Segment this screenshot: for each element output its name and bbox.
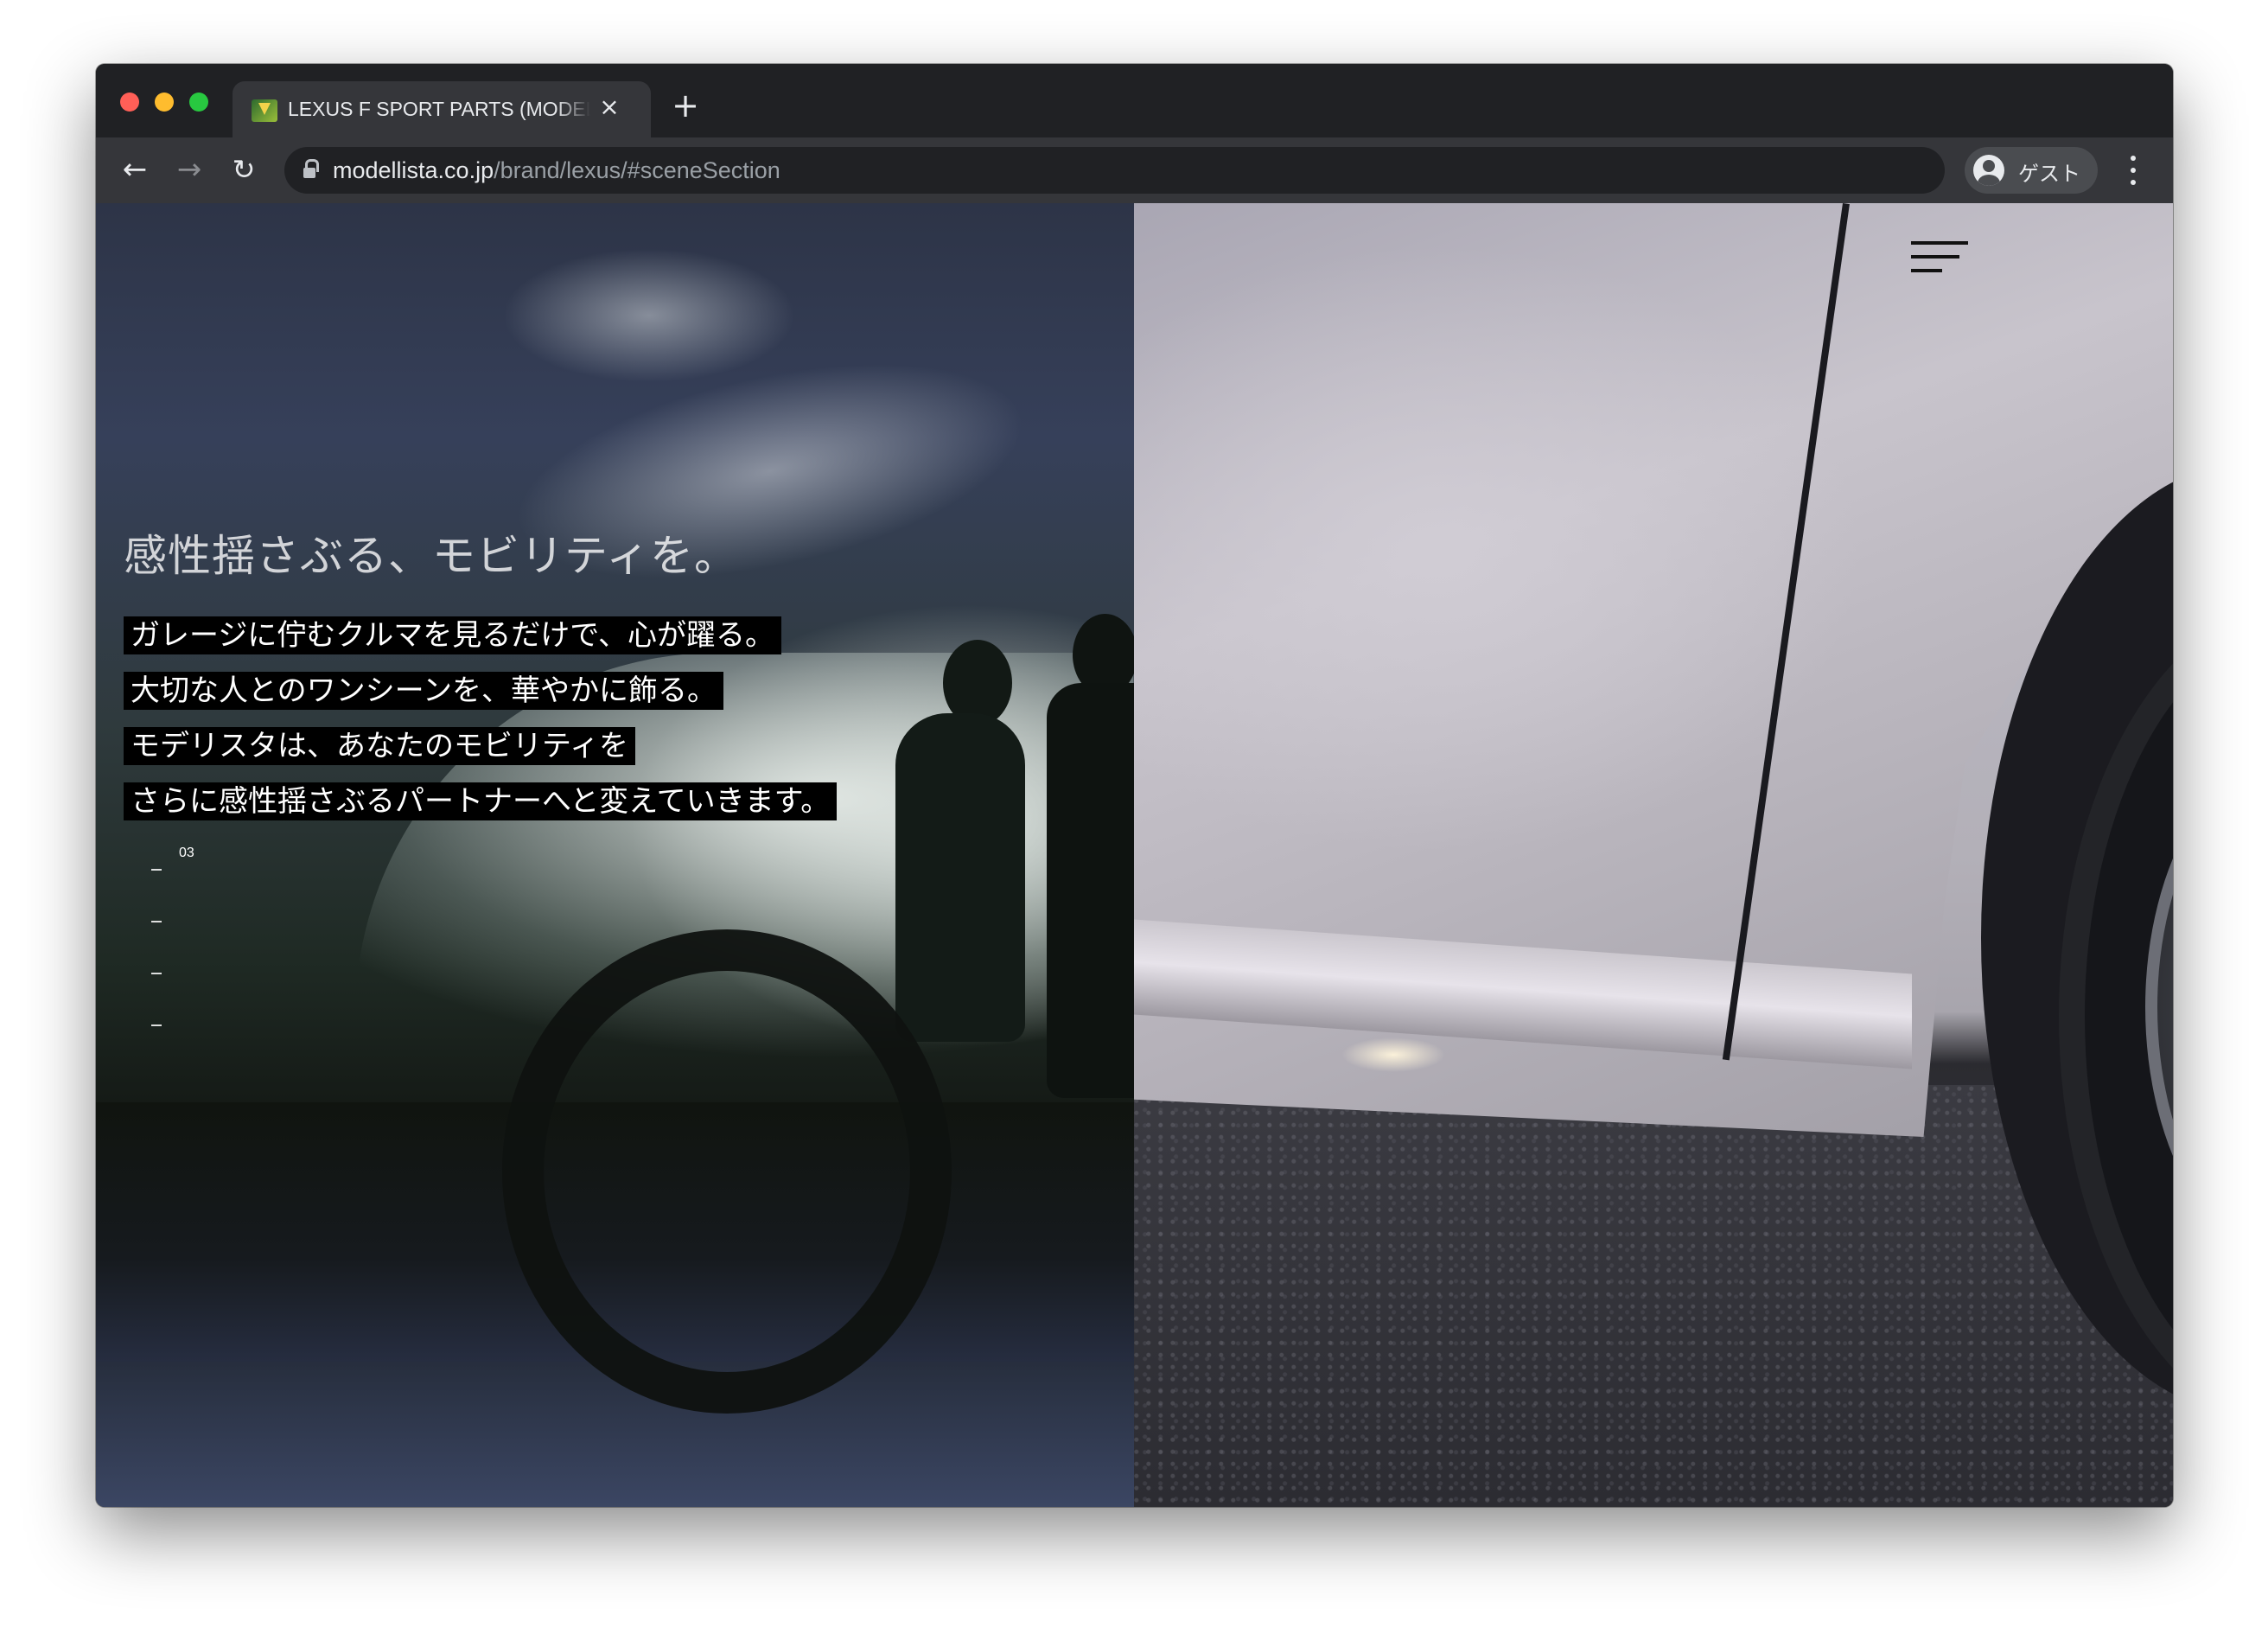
url-host: modellista.co.jp: [333, 157, 494, 183]
scene-number: 03: [179, 846, 194, 860]
new-tab-button[interactable]: +: [668, 89, 703, 124]
hero-image-left: [96, 203, 1134, 1507]
hamburger-menu-icon[interactable]: [1911, 241, 1968, 276]
active-tab[interactable]: LEXUS F SPORT PARTS (MODELLISTA) ×: [233, 81, 651, 137]
profile-label: ゲスト: [2018, 162, 2080, 186]
more-vert-icon[interactable]: [2125, 152, 2142, 188]
back-button[interactable]: ←: [115, 150, 155, 189]
tab-title: LEXUS F SPORT PARTS (MODELLISTA): [288, 98, 590, 121]
scene-dot[interactable]: [151, 973, 162, 974]
browser-window: LEXUS F SPORT PARTS (MODELLISTA) × + ← →…: [96, 64, 2173, 1507]
browser-toolbar: ← → ↻ modellista.co.jp/brand/lexus/#scen…: [96, 137, 2173, 203]
page-content: 感性揺さぶる、モビリティを。 ガレージに佇むクルマを見るだけで、心が躍る。 大切…: [96, 203, 2173, 1507]
lock-icon[interactable]: [303, 159, 319, 178]
tab-close-icon[interactable]: ×: [596, 94, 622, 120]
scene-dot[interactable]: [151, 921, 162, 922]
scene-dot[interactable]: [151, 1024, 162, 1026]
profile-button[interactable]: ゲスト: [1965, 147, 2098, 194]
scene-dot[interactable]: [151, 869, 162, 871]
close-window-button[interactable]: [120, 93, 139, 112]
hero-headline: 感性揺さぶる、モビリティを。: [124, 531, 738, 581]
hero-copy-line: さらに感性揺さぶるパートナーへと変えていきます。: [124, 782, 838, 820]
hero-copy-line: 大切な人とのワンシーンを、華やかに飾る。: [124, 672, 723, 710]
forward-button[interactable]: →: [169, 150, 209, 189]
address-bar[interactable]: modellista.co.jp/brand/lexus/#sceneSecti…: [284, 147, 1945, 194]
modellista-logo-icon: [252, 99, 277, 122]
tab-strip: LEXUS F SPORT PARTS (MODELLISTA) × +: [96, 64, 2173, 137]
hero-copy-line: ガレージに佇むクルマを見るだけで、心が躍る。: [124, 616, 781, 654]
maximize-window-button[interactable]: [189, 93, 208, 112]
minimize-window-button[interactable]: [155, 93, 174, 112]
url-text[interactable]: modellista.co.jp/brand/lexus/#sceneSecti…: [333, 157, 780, 184]
url-path: /brand/lexus/#sceneSection: [494, 157, 780, 183]
reload-button[interactable]: ↻: [224, 150, 264, 189]
avatar-icon: [1973, 155, 2004, 186]
hero-image-right: [1134, 203, 2173, 1507]
hero-copy-line: モデリスタは、あなたのモビリティを: [124, 727, 635, 765]
